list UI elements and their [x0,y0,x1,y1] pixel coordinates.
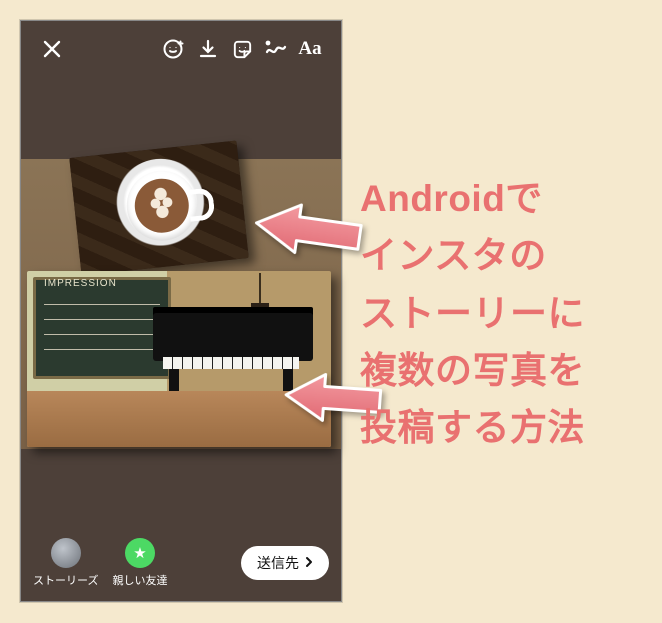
title-line: ストーリーに [360,285,644,342]
share-to-close-friends[interactable]: ★ 親しい友達 [112,538,167,588]
title-line: 投稿する方法 [360,399,644,456]
text-button-label: Aa [298,38,321,60]
stories-avatar-icon [51,538,81,568]
share-to-stories[interactable]: ストーリーズ [33,538,98,588]
send-to-button[interactable]: 送信先 [241,546,329,580]
close-button[interactable] [35,32,69,66]
close-friends-icon: ★ [125,538,155,568]
inserted-photo-1[interactable] [69,141,248,276]
send-to-label: 送信先 [257,553,299,573]
title-line: Androidで [360,170,644,227]
chevron-right-icon [303,555,315,571]
title-line: インスタの [360,227,644,284]
stories-label: ストーリーズ [33,572,98,588]
chalkboard-text: IMPRESSION [44,278,117,289]
title-line: 複数の写真を [360,342,644,399]
face-filter-button[interactable] [157,32,191,66]
download-button[interactable] [191,32,225,66]
text-button[interactable]: Aa [293,32,327,66]
close-friends-label: 親しい友達 [112,572,167,588]
article-title: Androidで インスタの ストーリーに 複数の写真を 投稿する方法 [360,170,644,457]
share-bar: ストーリーズ ★ 親しい友達 送信先 [21,533,341,593]
draw-button[interactable] [259,32,293,66]
editor-toolbar: Aa [21,29,341,69]
sticker-button[interactable] [225,32,259,66]
story-editor-screen: Aa IMPRESSION ストー [20,20,342,602]
